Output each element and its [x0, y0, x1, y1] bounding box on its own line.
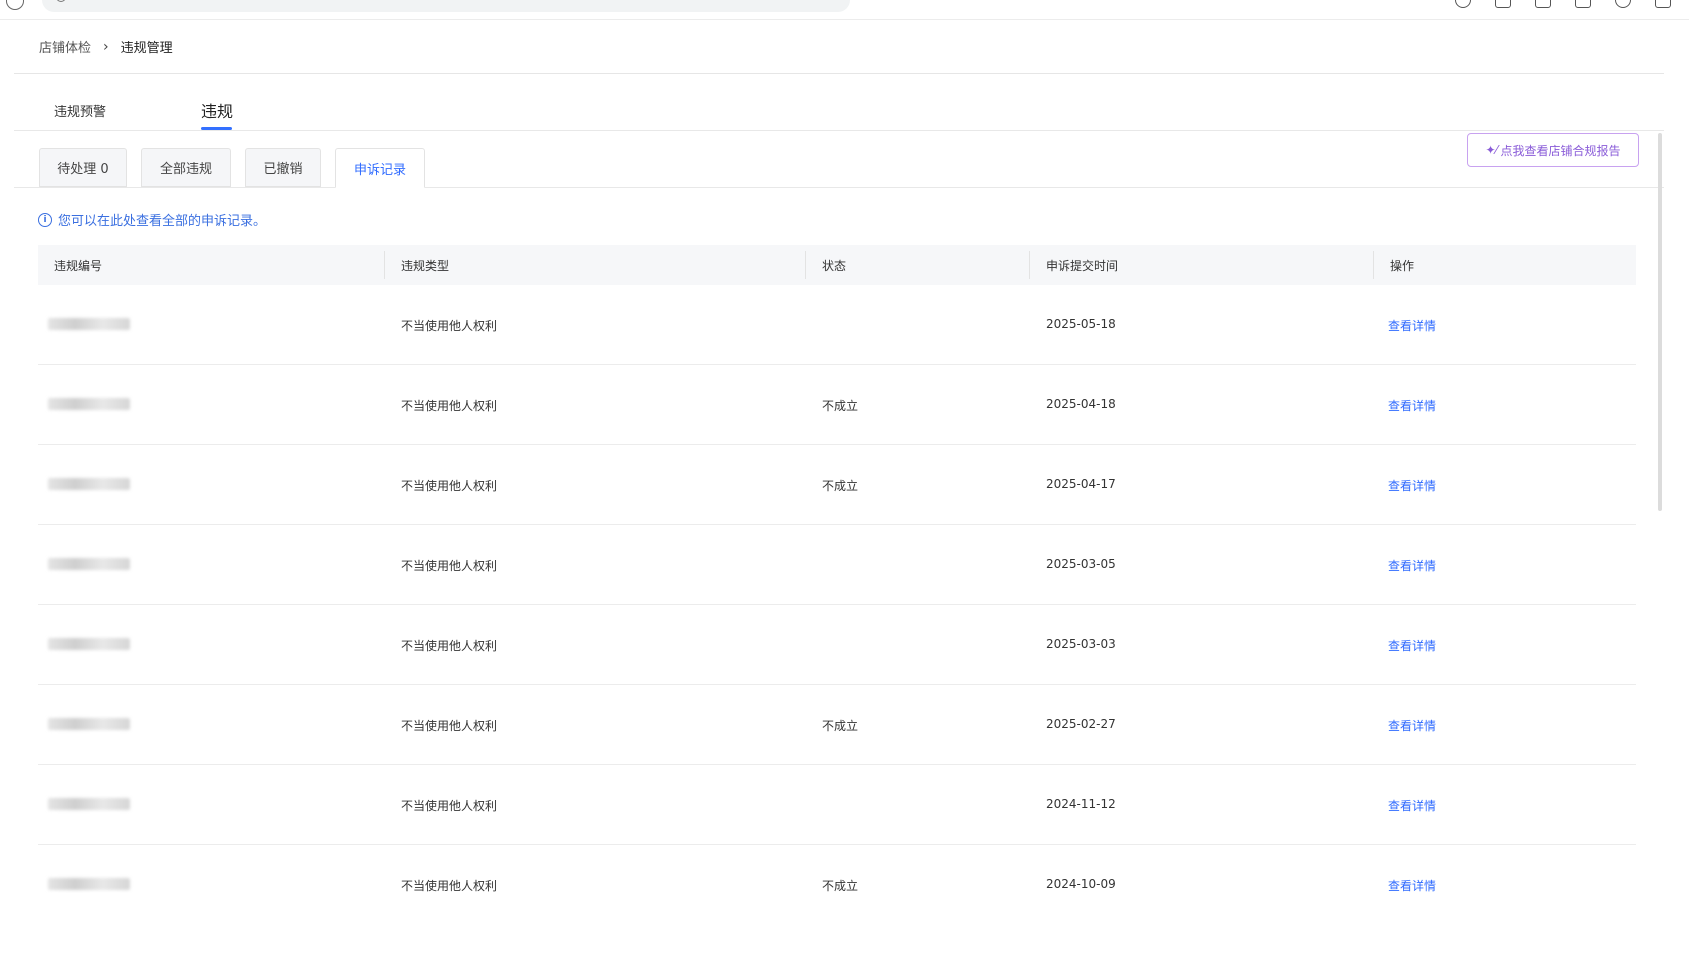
violation-id-redacted: [48, 318, 130, 330]
tab-violation-warning[interactable]: 违规预警: [54, 101, 106, 120]
violation-type: 不当使用他人权利: [401, 479, 498, 493]
column-divider: [1029, 251, 1030, 279]
status: 不成立: [822, 879, 859, 893]
violation-id-redacted: [48, 558, 130, 570]
violation-type: 不当使用他人权利: [401, 719, 498, 733]
address-bar[interactable]: [42, 0, 850, 12]
copy-icon[interactable]: [1495, 0, 1511, 8]
breadcrumb-separator: ›: [103, 38, 109, 55]
browser-toolbar: [0, 0, 1689, 20]
view-details-link[interactable]: 查看详情: [1388, 317, 1436, 334]
breadcrumb-current: 违规管理: [120, 41, 173, 56]
divider: [14, 130, 1664, 131]
view-details-link[interactable]: 查看详情: [1388, 717, 1436, 734]
table-row: 不当使用他人权利 不成立 2024-10-09 查看详情: [38, 845, 1636, 893]
column-header-id: 违规编号: [54, 259, 103, 273]
extension-icon[interactable]: [1455, 0, 1471, 8]
tab-violation[interactable]: 违规: [201, 98, 233, 122]
violation-id-redacted: [48, 718, 130, 730]
info-icon: i: [38, 212, 52, 227]
violation-type: 不当使用他人权利: [401, 639, 498, 653]
table-header: 违规编号 违规类型 状态 申诉提交时间 操作: [38, 245, 1636, 285]
divider: [14, 73, 1664, 74]
violation-id-redacted: [48, 478, 130, 490]
subtab-all-violations[interactable]: 全部违规: [141, 148, 231, 187]
reload-icon[interactable]: [6, 0, 24, 10]
violation-type: 不当使用他人权利: [401, 879, 498, 893]
column-divider: [805, 251, 806, 279]
view-details-link[interactable]: 查看详情: [1388, 397, 1436, 414]
submit-date: 2025-04-17: [1046, 477, 1116, 491]
appeal-records-table: 违规编号 违规类型 状态 申诉提交时间 操作 不当使用他人权利 2025-05-…: [38, 245, 1636, 893]
violation-type: 不当使用他人权利: [401, 319, 498, 333]
table-row: 不当使用他人权利 不成立 2025-02-27 查看详情: [38, 685, 1636, 765]
column-divider: [1373, 251, 1374, 279]
violation-id-redacted: [48, 398, 130, 410]
menu-icon[interactable]: [1655, 0, 1671, 8]
violation-id-redacted: [48, 638, 130, 650]
subtab-appeal-records[interactable]: 申诉记录: [335, 148, 425, 188]
view-details-link[interactable]: 查看详情: [1388, 797, 1436, 814]
compliance-report-button[interactable]: ✦⁄ 点我查看店铺合规报告: [1467, 133, 1639, 167]
column-divider: [384, 251, 385, 279]
submit-date: 2025-05-18: [1046, 317, 1116, 331]
violation-type: 不当使用他人权利: [401, 559, 498, 573]
sparkle-icon: ✦⁄: [1485, 143, 1498, 157]
breadcrumb: 店铺体检 › 违规管理: [39, 37, 173, 57]
table-row: 不当使用他人权利 2025-03-05 查看详情: [38, 525, 1636, 605]
bookmark-icon[interactable]: [1535, 0, 1551, 8]
column-header-type: 违规类型: [401, 259, 450, 273]
subtab-baseline: [14, 187, 1664, 188]
page: 店铺体检 › 违规管理 违规预警 违规 待处理 0 全部违规 已撤销 申诉记录 …: [0, 0, 1689, 965]
violation-type: 不当使用他人权利: [401, 799, 498, 813]
violation-id-redacted: [48, 798, 130, 810]
table-row: 不当使用他人权利 不成立 2025-04-17 查看详情: [38, 445, 1636, 525]
column-header-status: 状态: [822, 259, 847, 273]
view-details-link[interactable]: 查看详情: [1388, 477, 1436, 494]
column-header-action: 操作: [1390, 259, 1415, 273]
submit-date: 2025-03-05: [1046, 557, 1116, 571]
violation-id-redacted: [48, 878, 130, 890]
submit-date: 2025-03-03: [1046, 637, 1116, 651]
submit-date: 2025-02-27: [1046, 717, 1116, 731]
status: 不成立: [822, 399, 859, 413]
table-row: 不当使用他人权利 2025-05-18 查看详情: [38, 285, 1636, 365]
table-row: 不当使用他人权利 2024-11-12 查看详情: [38, 765, 1636, 845]
scrollbar-thumb[interactable]: [1658, 133, 1662, 511]
info-tip: i 您可以在此处查看全部的申诉记录。: [38, 210, 266, 229]
compliance-report-label: 点我查看店铺合规报告: [1500, 143, 1621, 158]
view-details-link[interactable]: 查看详情: [1388, 637, 1436, 654]
view-details-link[interactable]: 查看详情: [1388, 557, 1436, 574]
table-row: 不当使用他人权利 不成立 2025-04-18 查看详情: [38, 365, 1636, 445]
view-details-link[interactable]: 查看详情: [1388, 877, 1436, 893]
status: 不成立: [822, 719, 859, 733]
submit-date: 2025-04-18: [1046, 397, 1116, 411]
search-icon: [56, 0, 66, 2]
profile-icon[interactable]: [1615, 0, 1631, 8]
column-header-submit-time: 申诉提交时间: [1046, 259, 1119, 273]
submit-date: 2024-10-09: [1046, 877, 1116, 891]
status: 不成立: [822, 479, 859, 493]
violation-type: 不当使用他人权利: [401, 399, 498, 413]
info-tip-text: 您可以在此处查看全部的申诉记录。: [58, 214, 267, 229]
subtab-revoked[interactable]: 已撤销: [245, 148, 321, 187]
breadcrumb-parent[interactable]: 店铺体检: [39, 37, 91, 56]
subtab-pending[interactable]: 待处理 0: [39, 148, 127, 187]
download-icon[interactable]: [1575, 0, 1591, 8]
submit-date: 2024-11-12: [1046, 797, 1116, 811]
table-row: 不当使用他人权利 2025-03-03 查看详情: [38, 605, 1636, 685]
